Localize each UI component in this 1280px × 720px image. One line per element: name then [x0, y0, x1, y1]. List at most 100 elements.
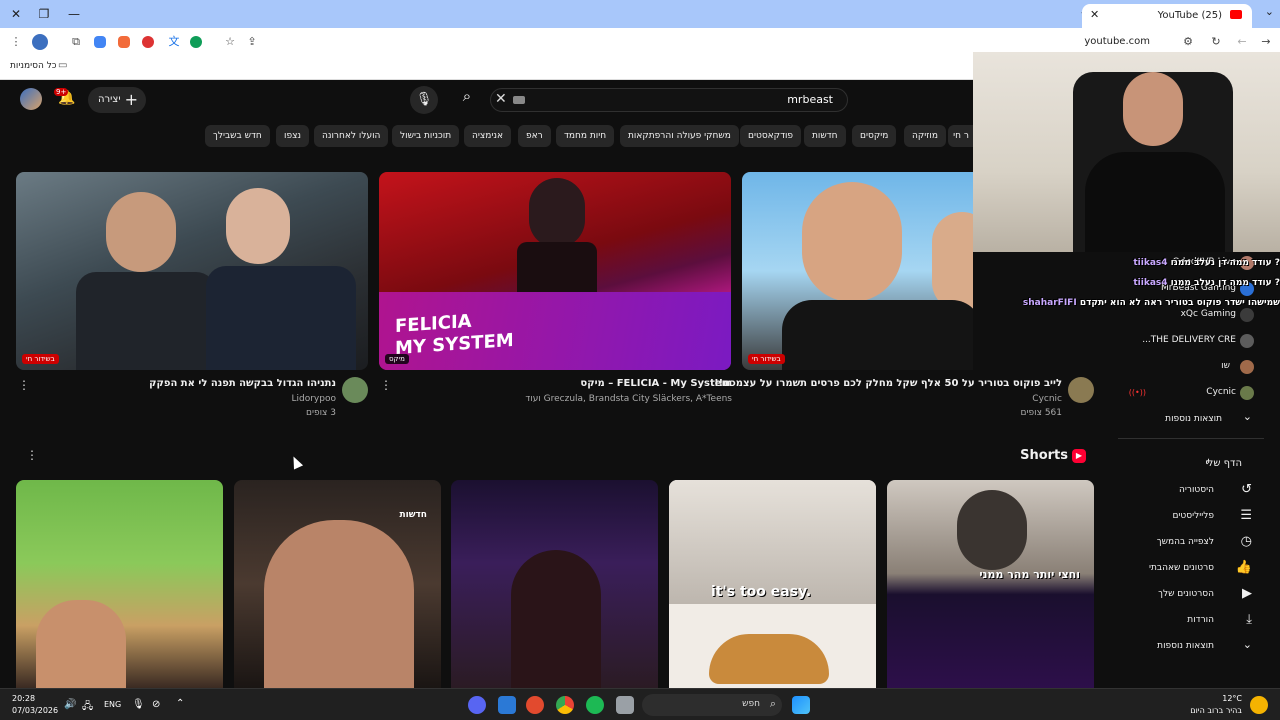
account-avatar[interactable] — [20, 88, 42, 110]
nav-downloads[interactable]: הורדות — [1187, 615, 1214, 625]
voice-search-mic-icon[interactable]: 🎙 — [410, 86, 438, 114]
short-thumbnail[interactable] — [16, 480, 223, 688]
subscription-item[interactable]: שו — [1221, 361, 1230, 371]
chevron-down-icon[interactable]: ⌄ — [1243, 410, 1252, 423]
network-icon[interactable]: 🖧 — [82, 699, 93, 716]
nav-playlists[interactable]: פלייליסטים — [1172, 511, 1214, 521]
forward-icon[interactable]: ← — [1234, 34, 1250, 50]
close-window-icon[interactable]: ✕ — [8, 6, 24, 22]
video-thumbnail[interactable]: FELICIA MY SYSTEM מיקס — [379, 172, 731, 370]
chip[interactable]: חיות מחמד — [556, 125, 615, 147]
video-title[interactable]: לייב פוקוס בטוריר על 50 אלף שקל מחלק לכם… — [714, 378, 1062, 389]
weather-desc[interactable]: בהיר ברוב היום — [1190, 706, 1242, 715]
tab-search-icon[interactable]: ⌄ — [1265, 5, 1274, 18]
more-options-icon[interactable]: ⋮ — [18, 378, 30, 392]
extension-red-icon[interactable] — [142, 36, 154, 48]
weather-sun-icon[interactable] — [1250, 696, 1268, 714]
chip[interactable]: חדשות — [804, 125, 846, 147]
chip[interactable]: ראפ — [518, 125, 551, 147]
subscription-item[interactable]: THE DELIVERY CRE... — [1142, 335, 1236, 345]
channel-list[interactable]: Greczula, Brandsta City Släckers, A*Teen… — [525, 394, 732, 404]
nav-liked-videos[interactable]: סרטונים שאהבתי — [1149, 563, 1214, 573]
nav-show-more[interactable]: תוצאות נוספות — [1157, 641, 1214, 651]
subscription-item[interactable]: Cycnic — [1206, 387, 1236, 397]
chrome-icon[interactable] — [556, 696, 574, 714]
channel-name[interactable]: Lidorypoo — [292, 394, 337, 404]
channel-avatar[interactable] — [1240, 334, 1254, 348]
app-red-icon[interactable] — [526, 696, 544, 714]
language-indicator[interactable]: ENG — [104, 700, 121, 709]
clock-time[interactable]: 20:28 — [12, 694, 35, 703]
restore-window-icon[interactable]: ❐ — [36, 6, 52, 22]
clock-date[interactable]: 07/03/2026 — [12, 706, 58, 715]
channel-avatar[interactable] — [1240, 386, 1254, 400]
weather-temp[interactable]: 12°C — [1222, 694, 1242, 703]
taskbar-search-box[interactable]: חפש ⌕ — [642, 694, 782, 716]
camera-off-icon[interactable]: ⊘ — [152, 699, 160, 710]
shorts-more-icon[interactable]: ⋮ — [26, 448, 38, 462]
chip[interactable]: מיקסים — [852, 125, 897, 147]
show-more-link[interactable]: תוצאות נוספות — [1165, 414, 1222, 424]
channel-avatar[interactable] — [1240, 360, 1254, 374]
windows-start-icon[interactable] — [792, 696, 810, 714]
channel-avatar[interactable] — [342, 377, 368, 403]
chip[interactable]: פודקאסטים — [740, 125, 802, 147]
chevron-down-icon[interactable]: ⌄ — [1243, 638, 1252, 651]
spotify-icon[interactable] — [586, 696, 604, 714]
chip[interactable]: משחקי פעולה והרפתקאות — [620, 125, 739, 147]
video-thumbnail[interactable]: בשידור חי — [16, 172, 368, 370]
chip[interactable]: הועלו לאחרונה — [314, 125, 389, 147]
chip[interactable]: תוכניות בישול — [392, 125, 460, 147]
translate-icon[interactable]: 文 — [166, 34, 182, 50]
person-image — [957, 490, 1027, 570]
search-icon[interactable]: ⌕ — [452, 87, 482, 113]
back-icon[interactable]: → — [1258, 34, 1274, 50]
extensions-icon[interactable]: ⧉ — [68, 34, 84, 50]
bookmark-star-icon[interactable]: ☆ — [222, 34, 238, 50]
reload-icon[interactable]: ↻ — [1208, 34, 1224, 50]
video-thumbnail[interactable]: בשידור חי — [742, 172, 973, 370]
chip[interactable]: מוזיקה — [904, 125, 946, 147]
chip[interactable]: ר חי — [948, 125, 974, 147]
channel-name[interactable]: Cycnic — [1032, 394, 1062, 404]
browser-tab-youtube[interactable]: (25) YouTube ✕ — [1082, 4, 1252, 28]
nav-watch-later[interactable]: לצפייה בהמשך — [1157, 537, 1214, 547]
tray-chevron-icon[interactable]: ⌃ — [176, 698, 184, 709]
chip[interactable]: אנימציה — [464, 125, 511, 147]
share-icon[interactable]: ⇪ — [244, 34, 260, 50]
video-title[interactable]: FELICIA - My System – מיקס — [580, 378, 732, 389]
create-button[interactable]: יצירה + — [88, 87, 146, 113]
discord-icon[interactable] — [468, 696, 486, 714]
profile-avatar-icon[interactable] — [32, 34, 48, 50]
extension-green-icon[interactable] — [190, 36, 202, 48]
streamer-face-image — [1123, 72, 1183, 146]
menu-kebab-icon[interactable]: ⋮ — [8, 34, 24, 50]
channel-avatar[interactable] — [1068, 377, 1094, 403]
more-options-icon[interactable]: ⋮ — [380, 378, 392, 392]
volume-icon[interactable]: 🔊 — [64, 699, 76, 710]
microphone-icon[interactable]: 🎙 — [132, 699, 145, 710]
search-placeholder: חפש — [742, 699, 760, 709]
close-tab-icon[interactable]: ✕ — [1090, 8, 1099, 21]
short-thumbnail[interactable]: וחצי יותר מהר ממני — [887, 480, 1094, 688]
minimize-window-icon[interactable]: — — [66, 6, 82, 22]
address-bar[interactable]: youtube.com — [1084, 36, 1150, 47]
plus-icon: + — [124, 90, 138, 109]
file-explorer-icon[interactable] — [616, 696, 634, 714]
you-header[interactable]: הדף שלי — [1205, 458, 1242, 469]
site-settings-icon[interactable]: ⚙ — [1180, 34, 1196, 50]
all-bookmarks-link[interactable]: כל הסימניות — [10, 61, 57, 71]
nav-history[interactable]: היסטוריה — [1179, 485, 1214, 495]
short-thumbnail[interactable]: חדשות — [234, 480, 441, 688]
short-thumbnail[interactable] — [451, 480, 658, 688]
short-thumbnail[interactable]: it's too easy. — [669, 480, 876, 688]
extension-orange-icon[interactable] — [118, 36, 130, 48]
chip[interactable]: נצפו — [276, 125, 310, 147]
video-title[interactable]: נתניהו הגדול בבקשה תפנה לי את הפקק — [149, 378, 336, 389]
search-input[interactable]: ✕ mrbeast — [490, 88, 848, 112]
extension-blue-icon[interactable] — [94, 36, 106, 48]
clear-search-icon[interactable]: ✕ — [495, 91, 507, 107]
chip[interactable]: חדש בשבילך — [205, 125, 270, 147]
apps-grid-icon[interactable] — [498, 696, 516, 714]
nav-your-videos[interactable]: הסרטונים שלך — [1158, 589, 1214, 599]
